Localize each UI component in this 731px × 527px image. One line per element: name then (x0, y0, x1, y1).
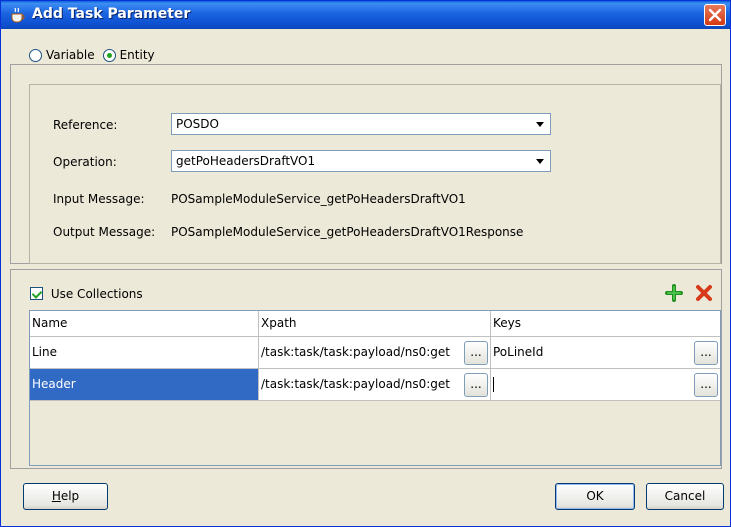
variable-radio[interactable] (29, 48, 42, 62)
column-header-xpath[interactable]: Xpath (259, 311, 491, 337)
table-row-header-xpath[interactable]: /task:task/task:payload/ns0:get (259, 369, 491, 401)
entity-radio[interactable] (102, 48, 116, 62)
use-collections-label[interactable]: Use Collections (51, 287, 143, 301)
table-row-line-xpath[interactable]: /task:task/task:payload/ns0:get (259, 337, 491, 369)
column-header-keys[interactable]: Keys (491, 311, 720, 337)
operation-dropdown[interactable]: getPoHeadersDraftVO1 (171, 150, 551, 172)
dialog-title: Add Task Parameter (32, 6, 191, 22)
line-keys-browse-button[interactable]: ... (694, 341, 718, 365)
header-xpath-browse-button[interactable]: ... (464, 373, 488, 397)
close-icon (708, 8, 722, 22)
table-row-line-keys[interactable]: PoLineId (491, 337, 720, 369)
cancel-button[interactable]: Cancel (646, 483, 724, 510)
use-collections-option[interactable]: Use Collections (30, 286, 143, 301)
use-collections-checkbox[interactable] (30, 287, 43, 300)
reference-value: POSDO (176, 117, 219, 131)
table-row-line-name[interactable]: Line (30, 337, 259, 369)
output-message-value: POSampleModuleService_getPoHeadersDraftV… (171, 225, 524, 239)
help-button[interactable]: Help (23, 483, 108, 510)
add-plus-icon[interactable] (665, 284, 683, 302)
output-message-label: Output Message: (53, 225, 156, 239)
help-mnemonic: H (51, 489, 61, 503)
add-task-parameter-dialog: Add Task Parameter Variable Entity Refer… (0, 0, 731, 527)
column-header-name[interactable]: Name (30, 311, 259, 337)
chevron-down-icon (536, 122, 544, 127)
input-message-label: Input Message: (53, 192, 145, 206)
header-keys-browse-button[interactable]: ... (694, 373, 718, 397)
table-row-header-keys[interactable] (491, 369, 720, 401)
close-button[interactable] (704, 4, 726, 26)
ok-button[interactable]: OK (555, 483, 635, 510)
coffee-cup-icon (11, 7, 25, 23)
help-label: elp (60, 489, 80, 503)
title-bar: Add Task Parameter (1, 1, 730, 29)
reference-dropdown[interactable]: POSDO (171, 113, 551, 135)
reference-label: Reference: (53, 118, 118, 132)
collections-table: Name Xpath Keys Line /task:task/task:pay… (29, 310, 721, 466)
operation-value: getPoHeadersDraftVO1 (176, 154, 316, 168)
chevron-down-icon (536, 159, 544, 164)
operation-label: Operation: (53, 155, 117, 169)
input-message-value: POSampleModuleService_getPoHeadersDraftV… (171, 192, 466, 206)
variable-radio-label[interactable]: Variable (46, 48, 95, 62)
entity-radio-label[interactable]: Entity (120, 48, 155, 62)
delete-x-icon[interactable] (695, 284, 713, 302)
source-type-selector: Variable Entity (23, 46, 169, 64)
line-xpath-browse-button[interactable]: ... (464, 341, 488, 365)
keys-text-cursor (493, 377, 494, 392)
table-row-header-name[interactable]: Header (30, 369, 259, 401)
